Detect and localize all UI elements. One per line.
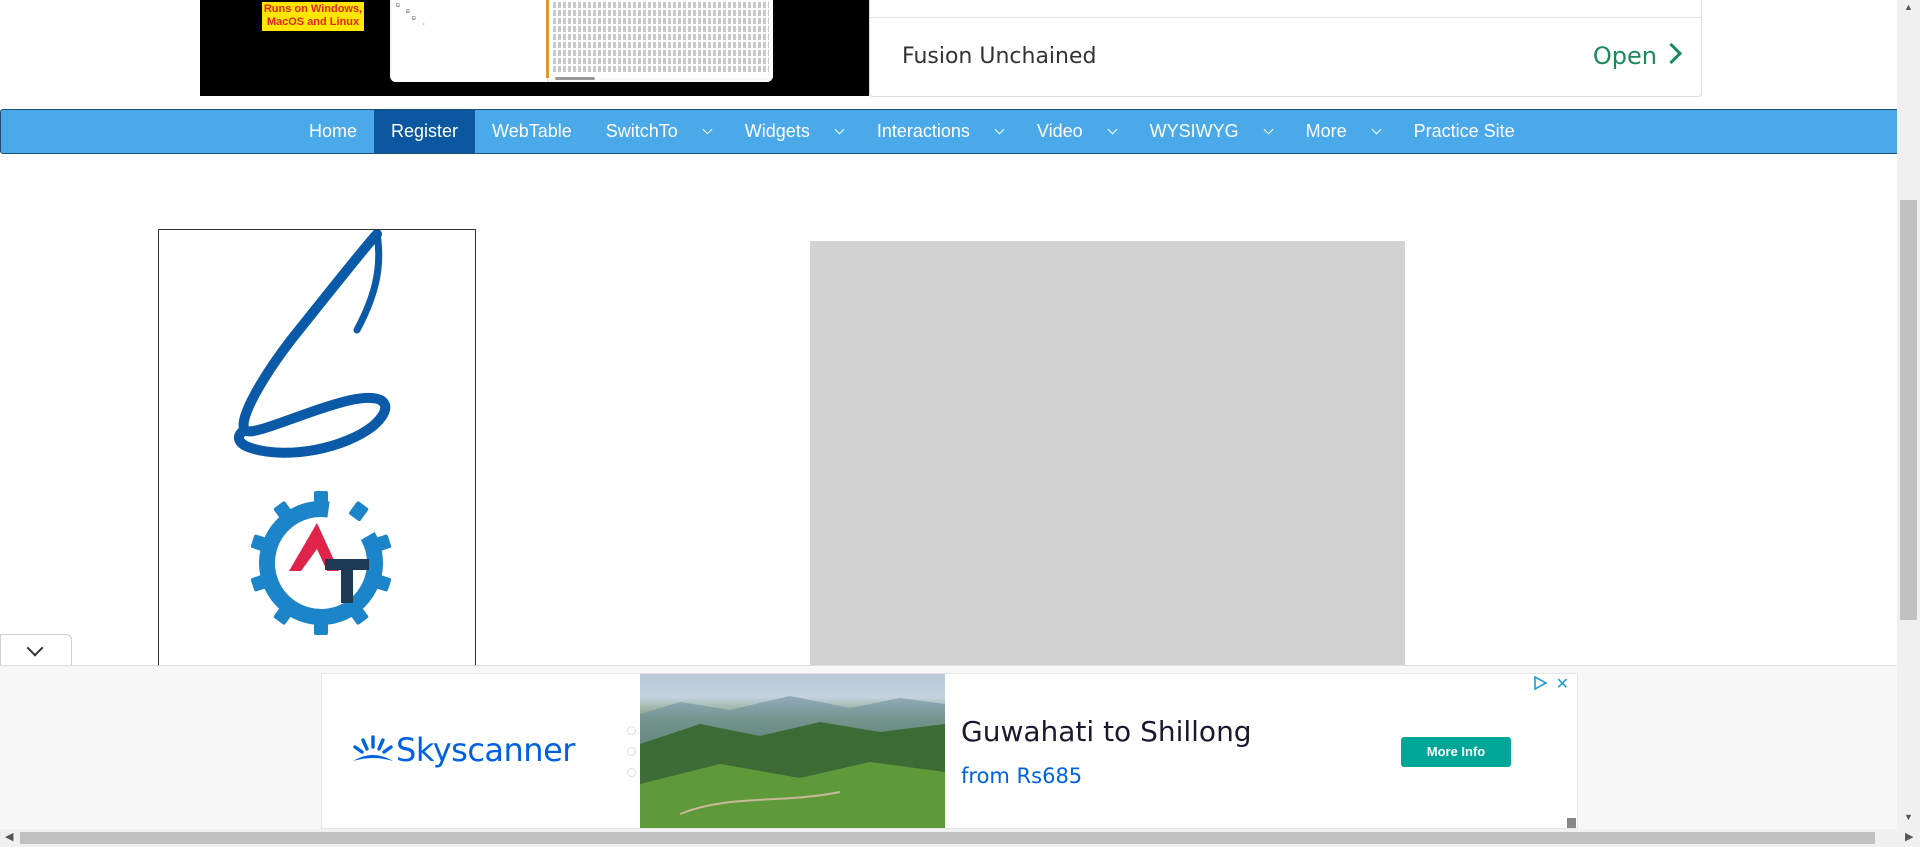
ad-info-icon[interactable]: [1567, 818, 1576, 828]
collapse-ad-tab[interactable]: [0, 634, 72, 666]
ad-open-button[interactable]: Open: [1593, 42, 1657, 70]
ad-preview-tree: ⊟ ⊟ ⊟ ·: [392, 0, 548, 82]
nav-item-label: Register: [391, 121, 459, 141]
nav-item-label: Practice Site: [1413, 121, 1515, 141]
nav-item-register[interactable]: Register: [374, 110, 476, 153]
vertical-scrollbar[interactable]: ▲ ▼: [1897, 0, 1920, 830]
nav-item-switchto[interactable]: SwitchTo: [589, 110, 728, 153]
nav-item-wysiwyg[interactable]: WYSIWYG: [1133, 110, 1289, 153]
chevron-down-icon: [1107, 124, 1118, 135]
nav-item-label: Interactions: [876, 121, 970, 141]
ad-screenshot-image[interactable]: Runs on Windows, MacOS and Linux ⊟ ⊟ ⊟ ·: [200, 0, 869, 96]
adchoices-icon[interactable]: [1533, 676, 1547, 690]
more-info-button[interactable]: More Info: [1401, 737, 1511, 767]
horizontal-scroll-thumb[interactable]: [20, 832, 1875, 844]
nav-item-more[interactable]: More: [1289, 110, 1397, 153]
landscape-image[interactable]: [640, 674, 945, 828]
scroll-right-icon[interactable]: ▶: [1905, 830, 1913, 843]
nav-item-video[interactable]: Video: [1020, 110, 1133, 153]
mountain-scene: [640, 696, 945, 828]
nav-list: Home Register WebTable SwitchTo Widgets Inter…: [292, 110, 1532, 153]
ad-app-preview: ⊟ ⊟ ⊟ ·: [390, 0, 773, 82]
nav-item-label: Video: [1036, 121, 1083, 141]
chevron-down-icon: [702, 124, 713, 135]
nav-item-label: SwitchTo: [605, 121, 678, 141]
sunrise-icon: [353, 735, 393, 761]
scroll-up-icon[interactable]: ▲: [1904, 2, 1913, 12]
horizontal-scrollbar[interactable]: ◀ ▶: [0, 829, 1920, 847]
nav-item-practice-site[interactable]: Practice Site: [1397, 110, 1532, 153]
logo-panel: [158, 229, 476, 671]
nav-item-label: Widgets: [744, 121, 810, 141]
nav-item-webtable[interactable]: WebTable: [475, 110, 589, 153]
carousel-dots[interactable]: [622, 726, 640, 786]
ad-badge-line-2: MacOS and Linux: [266, 16, 360, 28]
top-banner-ad[interactable]: Runs on Windows, MacOS and Linux ⊟ ⊟ ⊟ ·…: [200, 0, 1702, 97]
ad-badge-line-1: Runs on Windows,: [263, 3, 363, 15]
nav-item-interactions[interactable]: Interactions: [860, 110, 1020, 153]
skyscanner-logo[interactable]: Skyscanner: [350, 731, 575, 769]
ad-preview-log: [546, 0, 773, 78]
bottom-ad-bar: Skyscanner Guwahati to Shillong from Rs6…: [0, 665, 1897, 830]
chevron-down-icon: [994, 124, 1005, 135]
chevron-down-icon: [1263, 124, 1274, 135]
scroll-left-icon[interactable]: ◀: [5, 830, 13, 843]
scroll-down-icon[interactable]: ▼: [1904, 812, 1913, 822]
logo-graphics: [234, 230, 392, 635]
chevron-right-icon[interactable]: [1660, 42, 1683, 65]
nav-item-label: WebTable: [492, 121, 572, 141]
ad-price: from Rs685: [961, 764, 1083, 788]
chevron-down-icon[interactable]: [26, 639, 44, 657]
nav-item-label: Home: [309, 121, 358, 141]
vertical-scroll-thumb[interactable]: [1900, 200, 1917, 620]
brand-name: Skyscanner: [396, 731, 575, 769]
ad-headline: Guwahati to Shillong: [961, 715, 1252, 748]
nav-item-widgets[interactable]: Widgets: [728, 110, 860, 153]
gear-logo-icon: [250, 491, 392, 635]
nav-item-label: WYSIWYG: [1149, 121, 1239, 141]
ad-title: Fusion Unchained: [902, 44, 1097, 69]
nav-item-label: More: [1305, 121, 1347, 141]
skyscanner-ad[interactable]: Skyscanner Guwahati to Shillong from Rs6…: [321, 673, 1578, 829]
ad-info-box[interactable]: Fusion Unchained Open: [869, 0, 1702, 97]
chevron-down-icon: [1371, 124, 1382, 135]
main-navbar: Home Register WebTable SwitchTo Widgets Inter…: [0, 109, 1899, 154]
ad-platform-badge: Runs on Windows, MacOS and Linux: [262, 2, 364, 31]
chevron-down-icon: [834, 124, 845, 135]
content-placeholder: [810, 241, 1405, 671]
close-icon[interactable]: ✕: [1556, 674, 1569, 694]
nav-item-home[interactable]: Home: [292, 110, 374, 153]
